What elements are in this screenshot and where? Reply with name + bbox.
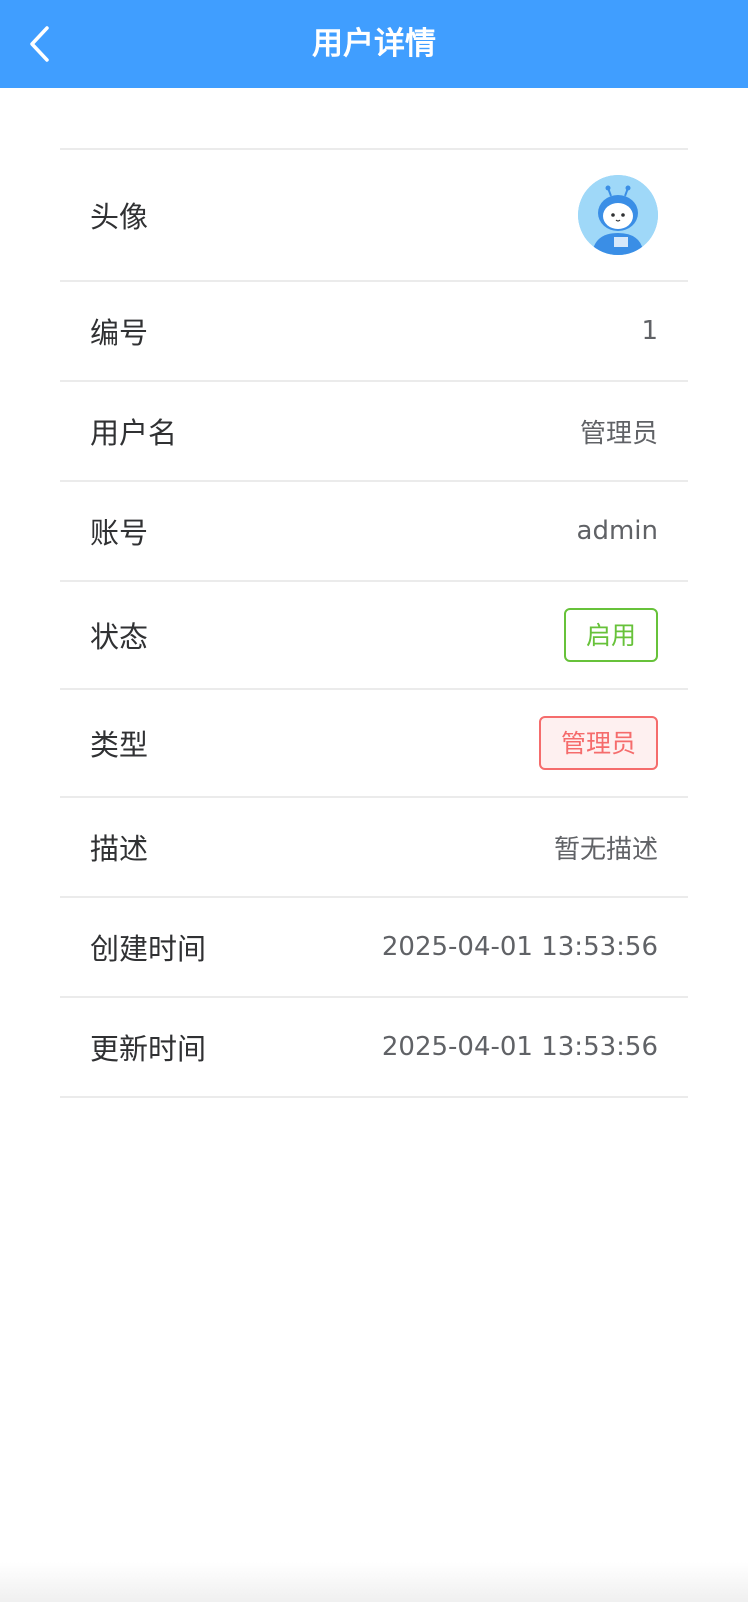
user-detail-list: 头像 编号 1 用户名 管理员 账号 admin 状态 启用 类型 管理员 描述… (60, 148, 688, 1098)
avatar-image (578, 175, 658, 255)
status-badge: 启用 (563, 608, 658, 662)
page-title: 用户详情 (312, 26, 436, 62)
updated-time-value: 2025-04-01 13:53:56 (381, 1032, 658, 1062)
bottom-fade (0, 1562, 748, 1602)
description-label: 描述 (90, 832, 149, 866)
created-time-value: 2025-04-01 13:53:56 (381, 932, 658, 962)
row-id: 编号 1 (60, 282, 688, 382)
row-status: 状态 启用 (60, 582, 688, 690)
type-label: 类型 (90, 728, 149, 762)
account-value: admin (576, 516, 658, 546)
row-created-time: 创建时间 2025-04-01 13:53:56 (60, 898, 688, 998)
description-value: 暂无描述 (553, 834, 658, 865)
avatar[interactable] (578, 175, 658, 255)
avatar-label: 头像 (90, 200, 149, 234)
row-avatar: 头像 (60, 150, 688, 282)
account-label: 账号 (90, 516, 149, 550)
row-description: 描述 暂无描述 (60, 798, 688, 898)
id-label: 编号 (90, 316, 149, 350)
username-value: 管理员 (579, 418, 658, 449)
top-nav-bar: 用户详情 (0, 0, 748, 88)
type-badge: 管理员 (538, 716, 658, 770)
id-value: 1 (641, 316, 658, 346)
row-username: 用户名 管理员 (60, 382, 688, 482)
row-account: 账号 admin (60, 482, 688, 582)
row-updated-time: 更新时间 2025-04-01 13:53:56 (60, 998, 688, 1098)
created-time-label: 创建时间 (90, 932, 207, 966)
username-label: 用户名 (90, 416, 178, 450)
updated-time-label: 更新时间 (90, 1032, 207, 1066)
row-type: 类型 管理员 (60, 690, 688, 798)
status-label: 状态 (90, 620, 149, 654)
